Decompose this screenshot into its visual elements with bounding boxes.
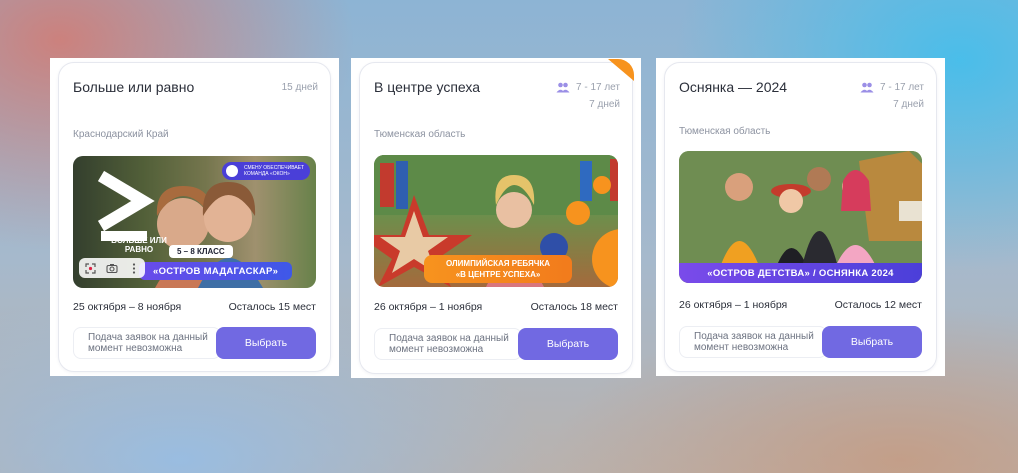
corner-decoration	[608, 59, 634, 81]
scan-icon[interactable]	[84, 262, 96, 274]
region: Краснодарский Край	[73, 129, 169, 140]
banner-ribbon-line2: «В ЦЕНТРЕ УСПЕХА»	[455, 270, 541, 279]
select-button[interactable]: Выбрать	[822, 326, 922, 358]
banner-image: ОЛИМПИЙСКАЯ РЕБЯЧКА «В ЦЕНТРЕ УСПЕХА»	[374, 155, 618, 287]
card-panel-3: Оснянка — 2024 7 - 17 лет 7 дней Тюменск…	[656, 58, 945, 376]
places-left: Осталось 15 мест	[228, 301, 316, 313]
card-title: Больше или равно	[73, 79, 195, 95]
card-panel-2: В центре успеха 7 - 17 лет 7 дней Тюменс…	[351, 58, 641, 378]
banner-logo-text: БОЛЬШЕ ИЛИ РАВНО	[111, 236, 167, 254]
places-left: Осталось 12 мест	[834, 299, 922, 311]
date-range: 26 октября – 1 ноября	[679, 299, 788, 311]
banner-ribbon: «ОСТРОВ ДЕТСТВА» / ОСНЯНКА 2024	[679, 263, 922, 283]
select-button[interactable]: Выбрать	[216, 327, 316, 359]
select-button[interactable]: Выбрать	[518, 328, 618, 360]
people-icon	[860, 82, 874, 93]
banner-ribbon-line1: ОЛИМПИЙСКАЯ РЕБЯЧКА	[446, 259, 550, 268]
region: Тюменская область	[374, 129, 466, 140]
banner-ribbon: «ОСТРОВ МАДАГАСКАР»	[139, 262, 293, 280]
places-left: Осталось 18 мест	[530, 301, 618, 313]
banner-image: «ОСТРОВ ДЕТСТВА» / ОСНЯНКА 2024	[679, 151, 922, 283]
camp-card[interactable]: Больше или равно 15 дней Краснодарский К…	[58, 62, 331, 372]
age-range: 7 - 17 лет	[880, 82, 924, 93]
people-icon	[556, 82, 570, 93]
duration: 7 дней	[893, 99, 924, 110]
age-range: 7 - 17 лет	[576, 82, 620, 93]
organizer-badge: СМЕНУ ОБЕСПЕЧИВАЕТ КОМАНДА «ОКОН»	[222, 162, 310, 180]
card-meta: 15 дней	[282, 79, 318, 96]
date-range: 26 октября – 1 ноября	[374, 301, 483, 313]
region: Тюменская область	[679, 126, 771, 137]
date-range: 25 октября – 8 ноября	[73, 301, 182, 313]
card-panel-1: Больше или равно 15 дней Краснодарский К…	[50, 58, 339, 376]
application-closed-note: Подача заявок на данный момент невозможн…	[374, 328, 522, 360]
application-closed-note: Подача заявок на данный момент невозможн…	[73, 327, 221, 359]
card-meta: 7 - 17 лет 7 дней	[556, 79, 620, 113]
card-title: В центре успеха	[374, 79, 481, 95]
duration: 15 дней	[281, 82, 318, 93]
camp-card[interactable]: В центре успеха 7 - 17 лет 7 дней Тюменс…	[359, 59, 634, 374]
organizer-badge-text: СМЕНУ ОБЕСПЕЧИВАЕТ КОМАНДА «ОКОН»	[244, 165, 305, 177]
banner-image: БОЛЬШЕ ИЛИ РАВНО СМЕНУ ОБЕСПЕЧИВАЕТ КОМА…	[73, 156, 316, 288]
banner-ribbon: ОЛИМПИЙСКАЯ РЕБЯЧКА «В ЦЕНТРЕ УСПЕХА»	[424, 255, 572, 283]
application-closed-note: Подача заявок на данный момент невозможн…	[679, 326, 827, 358]
card-meta: 7 - 17 лет 7 дней	[860, 79, 924, 113]
grade-pill: 5 – 8 КЛАСС	[169, 245, 233, 258]
camera-icon[interactable]	[106, 262, 118, 274]
more-vertical-icon[interactable]	[128, 262, 140, 274]
image-toolbar	[79, 258, 145, 278]
camp-card[interactable]: Оснянка — 2024 7 - 17 лет 7 дней Тюменск…	[664, 62, 937, 372]
card-title: Оснянка — 2024	[679, 79, 788, 95]
organizer-logo-icon	[226, 165, 238, 177]
duration: 7 дней	[589, 99, 620, 110]
